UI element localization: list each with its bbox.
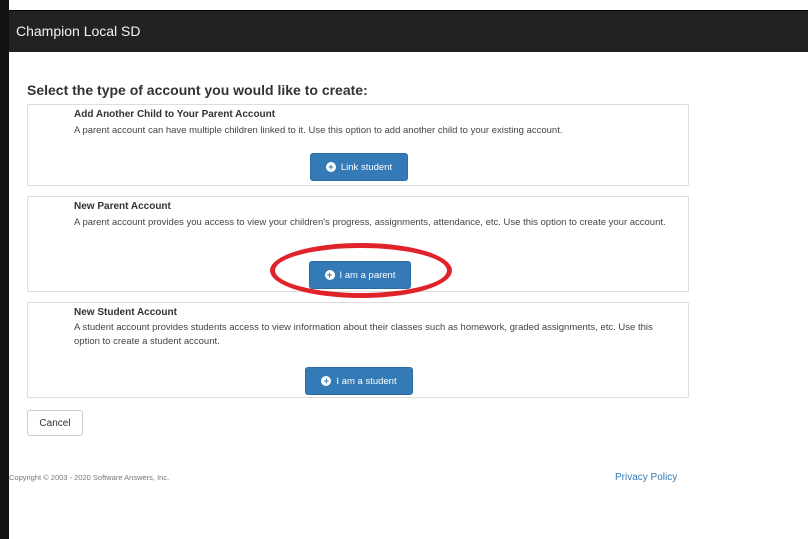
link-student-label: Link student [340, 161, 393, 173]
plus-circle-icon: + [321, 376, 332, 386]
i-am-a-parent-button[interactable]: + I am a parent [309, 261, 411, 289]
page-heading: Select the type of account you would lik… [27, 82, 368, 98]
link-student-button[interactable]: + Link student [310, 153, 408, 181]
browser-frame: Champion Local SD Select the type of acc… [0, 0, 808, 539]
frame-left-edge [0, 0, 9, 539]
plus-circle-icon: + [325, 162, 336, 172]
i-am-a-student-label: I am a student [336, 375, 397, 387]
i-am-a-student-button[interactable]: + I am a student [305, 367, 413, 395]
new-parent-description: A parent account provides you access to … [74, 217, 666, 228]
new-student-panel: New Student Account A student account pr… [27, 302, 689, 398]
add-child-title: Add Another Child to Your Parent Account [74, 109, 276, 120]
district-brand[interactable]: Champion Local SD [16, 23, 141, 39]
frame-top-edge [0, 0, 808, 10]
add-child-panel: Add Another Child to Your Parent Account… [27, 104, 689, 186]
new-student-description: A student account provides students acce… [74, 322, 653, 347]
top-navbar: Champion Local SD [9, 10, 808, 53]
new-student-title: New Student Account [74, 307, 177, 318]
add-child-description: A parent account can have multiple child… [74, 125, 563, 136]
plus-circle-icon: + [324, 270, 335, 280]
copyright-text: Copyright © 2003 - 2020 Software Answers… [9, 473, 170, 482]
i-am-a-parent-label: I am a parent [339, 269, 396, 281]
main-content: Select the type of account you would lik… [9, 52, 808, 539]
privacy-policy-link[interactable]: Privacy Policy [615, 472, 677, 483]
new-parent-panel: New Parent Account A parent account prov… [27, 196, 689, 292]
new-parent-title: New Parent Account [74, 201, 171, 212]
cancel-button[interactable]: Cancel [27, 410, 83, 436]
